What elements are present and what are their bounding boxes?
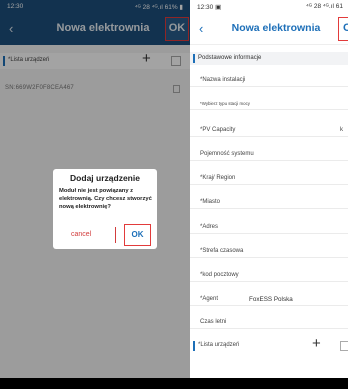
page-title: Nowa elektrownia (231, 22, 321, 34)
device-list-header: *Lista urządzeń + (190, 335, 348, 354)
add-device-dialog: Dodaj urządzenie Moduł nie jest powiązan… (53, 169, 157, 249)
screenshot: 12:30 ⁴ᴳ 28 ⁴ᴳ.ıl 61% ▮ ‹ Nowa elektrown… (0, 0, 348, 389)
ok-button[interactable]: O (338, 17, 348, 41)
field-label: Czas letni (200, 319, 227, 325)
field-timezone[interactable]: *Strefa czasowa (190, 244, 348, 258)
app-header: ‹ Nowa elektrownia O (190, 13, 348, 45)
field-agent[interactable]: *Agent FoxESS Polska (190, 292, 348, 306)
dialog-title: Dodaj urządzenie (70, 173, 140, 183)
section-marker (193, 54, 195, 63)
field-value: FoxESS Polska (249, 296, 293, 303)
field-label: *Adres (200, 224, 219, 230)
field-label: Pojemność systemu (200, 151, 254, 157)
device-list-label: *Lista urządzeń (198, 342, 240, 348)
field-city[interactable]: *Miasto (190, 195, 348, 209)
section-title: Podstawowe informacje (198, 55, 262, 61)
field-label: *PV Capacity (200, 127, 236, 133)
field-label: *Miasto (200, 199, 221, 205)
cancel-button[interactable]: cancel (71, 231, 91, 238)
navigation-bar (190, 378, 348, 389)
field-address[interactable]: *Adres (190, 220, 348, 234)
navigation-bar (0, 378, 190, 389)
field-label: *Wybierz typu stacji mocy (200, 101, 250, 106)
button-divider (115, 227, 116, 243)
field-label: *Kraj/ Region (200, 175, 236, 181)
status-time: 12:30 ▣ (197, 4, 222, 11)
field-label: *kod pocztowy (200, 272, 239, 278)
field-label: *Nazwa instalacji (200, 77, 246, 83)
right-phone-screen: 12:30 ▣ ⁴ᴳ 28 ⁴ᴳ.ıl 61 ‹ Nowa elektrowni… (190, 0, 348, 389)
field-station-type[interactable]: *Wybierz typu stacji mocy (190, 96, 348, 110)
back-icon[interactable]: ‹ (199, 21, 203, 36)
section-marker (193, 341, 195, 351)
field-installation-name[interactable]: *Nazwa instalacji (190, 73, 348, 87)
field-unit: k (340, 127, 343, 133)
field-label: *Strefa czasowa (200, 248, 244, 254)
left-phone-screen: 12:30 ⁴ᴳ 28 ⁴ᴳ.ıl 61% ▮ ‹ Nowa elektrown… (0, 0, 190, 389)
section-header: Podstawowe informacje (190, 52, 348, 65)
field-country-region[interactable]: *Kraj/ Region (190, 171, 348, 185)
field-postal-code[interactable]: *kod pocztowy (190, 268, 348, 282)
field-daylight-saving[interactable]: Czas letni (190, 315, 348, 329)
dialog-ok-button[interactable]: OK (124, 224, 151, 246)
field-system-capacity[interactable]: Pojemność systemu (190, 147, 348, 161)
field-label: *Agent (200, 296, 219, 302)
status-indicators: ⁴ᴳ 28 ⁴ᴳ.ıl 61 (306, 3, 343, 10)
add-icon[interactable]: + (312, 335, 321, 352)
field-pv-capacity[interactable]: *PV Capacity k (190, 123, 348, 137)
status-bar: 12:30 ▣ ⁴ᴳ 28 ⁴ᴳ.ıl 61 (190, 0, 348, 13)
scan-icon[interactable] (340, 341, 348, 351)
dialog-message: Moduł nie jest powiązany z elektrownią. … (59, 188, 152, 210)
